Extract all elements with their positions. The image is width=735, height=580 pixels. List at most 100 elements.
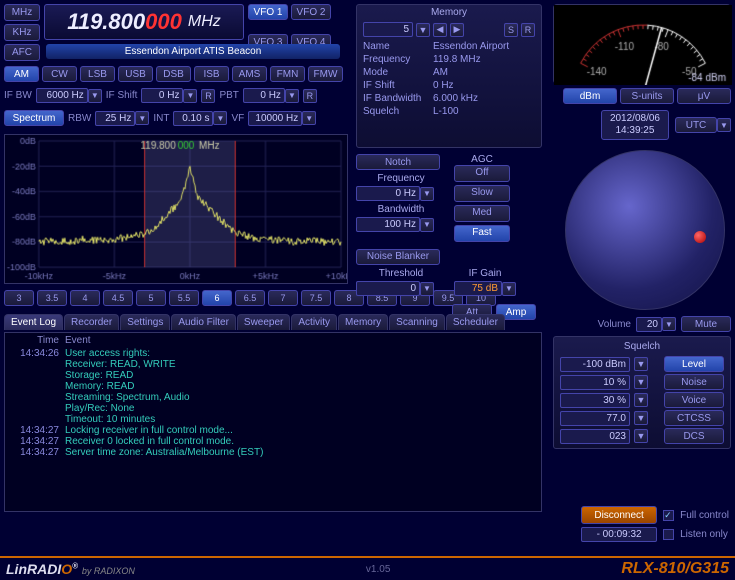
dropdown-icon[interactable]: ▼ <box>420 282 434 296</box>
dropdown-icon[interactable]: ▼ <box>634 411 648 425</box>
vfo2-button[interactable]: VFO 2 <box>291 4 331 20</box>
tz-field[interactable]: UTC <box>675 117 717 133</box>
full-control-checkbox[interactable] <box>663 510 674 521</box>
memory-index[interactable]: 5 <box>363 22 413 37</box>
dropdown-icon[interactable]: ▼ <box>302 111 316 125</box>
agc-med-button[interactable]: Med <box>454 205 510 222</box>
mute-button[interactable]: Mute <box>681 316 731 332</box>
listen-only-checkbox[interactable] <box>663 529 674 540</box>
squelch-dcs-button[interactable]: DCS <box>664 428 724 444</box>
memory-next-button[interactable]: ▶ <box>450 23 464 37</box>
vf-field[interactable]: 10000 Hz <box>248 111 302 126</box>
span-7-button[interactable]: 7 <box>268 290 298 306</box>
spectrum-chart[interactable] <box>4 134 348 284</box>
tab-sweeper[interactable]: Sweeper <box>237 314 290 330</box>
tab-audio-filter[interactable]: Audio Filter <box>171 314 236 330</box>
notch-freq-field[interactable]: 0 Hz <box>356 186 420 201</box>
memory-store-button[interactable]: S <box>504 23 518 37</box>
squelch-voice-button[interactable]: Voice <box>664 392 724 408</box>
vfo1-button[interactable]: VFO 1 <box>248 4 288 20</box>
mode-lsb-button[interactable]: LSB <box>80 66 115 82</box>
tab-scheduler[interactable]: Scheduler <box>446 314 505 330</box>
mode-usb-button[interactable]: USB <box>118 66 153 82</box>
unit-khz-button[interactable]: KHz <box>4 24 40 41</box>
unit-mhz-button[interactable]: MHz <box>4 4 40 21</box>
span-6.5-button[interactable]: 6.5 <box>235 290 265 306</box>
span-4.5-button[interactable]: 4.5 <box>103 290 133 306</box>
dropdown-icon[interactable]: ▼ <box>634 429 648 443</box>
freq-main: 119.800 <box>67 9 145 34</box>
int-field[interactable]: 0.10 s <box>173 111 213 126</box>
dropdown-icon[interactable]: ▼ <box>420 218 434 232</box>
noise-blanker-button[interactable]: Noise Blanker <box>356 249 440 265</box>
agc-fast-button[interactable]: Fast <box>454 225 510 242</box>
tab-settings[interactable]: Settings <box>120 314 170 330</box>
mode-fmn-button[interactable]: FMN <box>270 66 305 82</box>
span-7.5-button[interactable]: 7.5 <box>301 290 331 306</box>
tuning-dial[interactable] <box>565 150 725 310</box>
squelch-ctcss-button[interactable]: CTCSS <box>664 410 724 426</box>
spectrum-button[interactable]: Spectrum <box>4 110 64 126</box>
version-text: v1.05 <box>366 564 390 575</box>
ifbw-field[interactable]: 6000 Hz <box>36 88 88 103</box>
mode-dsb-button[interactable]: DSB <box>156 66 191 82</box>
notch-bw-field[interactable]: 100 Hz <box>356 217 420 232</box>
dropdown-icon[interactable]: ▼ <box>634 393 648 407</box>
dropdown-icon[interactable]: ▼ <box>634 357 648 371</box>
meter-dbm-button[interactable]: dBm <box>563 88 617 104</box>
meter-μv-button[interactable]: μV <box>677 88 731 104</box>
tab-memory[interactable]: Memory <box>338 314 388 330</box>
ifshift-reset-button[interactable]: R <box>201 89 215 103</box>
span-3.5-button[interactable]: 3.5 <box>37 290 67 306</box>
dropdown-icon[interactable]: ▼ <box>285 89 299 103</box>
mode-am-button[interactable]: AM <box>4 66 39 82</box>
dropdown-icon[interactable]: ▼ <box>502 282 516 296</box>
dropdown-icon[interactable]: ▼ <box>135 111 149 125</box>
dropdown-icon[interactable]: ▼ <box>634 375 648 389</box>
frequency-display[interactable]: 119.800000 MHz <box>44 4 244 40</box>
span-5.5-button[interactable]: 5.5 <box>169 290 199 306</box>
dropdown-icon[interactable]: ▼ <box>717 118 731 132</box>
dropdown-icon[interactable]: ▼ <box>183 89 197 103</box>
ifshift-field[interactable]: 0 Hz <box>141 88 183 103</box>
span-5-button[interactable]: 5 <box>136 290 166 306</box>
meter-s-units-button[interactable]: S-units <box>620 88 674 104</box>
dropdown-icon[interactable]: ▼ <box>662 317 676 331</box>
pbt-field[interactable]: 0 Hz <box>243 88 285 103</box>
tab-recorder[interactable]: Recorder <box>64 314 119 330</box>
afc-button[interactable]: AFC <box>4 44 40 61</box>
mode-cw-button[interactable]: CW <box>42 66 77 82</box>
dropdown-icon[interactable]: ▼ <box>213 111 227 125</box>
tab-scanning[interactable]: Scanning <box>389 314 445 330</box>
volume-field[interactable]: 20 <box>636 317 662 332</box>
agc-slow-button[interactable]: Slow <box>454 185 510 202</box>
dropdown-icon[interactable]: ▼ <box>420 187 434 201</box>
mode-ams-button[interactable]: AMS <box>232 66 267 82</box>
squelch-noise-button[interactable]: Noise <box>664 374 724 390</box>
nb-thresh-field[interactable]: 0 <box>356 281 420 296</box>
mode-isb-button[interactable]: ISB <box>194 66 229 82</box>
ifgain-field[interactable]: 75 dB <box>454 281 502 296</box>
memory-title: Memory <box>357 5 541 20</box>
squelch-level-button[interactable]: Level <box>664 356 724 372</box>
mode-row: AMCWLSBUSBDSBISBAMSFMNFMW <box>4 66 343 82</box>
span-3-button[interactable]: 3 <box>4 290 34 306</box>
tab-event-log[interactable]: Event Log <box>4 314 63 330</box>
agc-off-button[interactable]: Off <box>454 165 510 182</box>
span-4-button[interactable]: 4 <box>70 290 100 306</box>
event-log[interactable]: TimeEvent 14:34:26User access rights:Rec… <box>4 332 542 512</box>
rbw-field[interactable]: 25 Hz <box>95 111 135 126</box>
span-6-button[interactable]: 6 <box>202 290 232 306</box>
memory-prev-button[interactable]: ◀ <box>433 23 447 37</box>
pbt-reset-button[interactable]: R <box>303 89 317 103</box>
mode-fmw-button[interactable]: FMW <box>308 66 343 82</box>
footer: LinRADIO® by RADIXON v1.05 RLX-810/G315 <box>0 556 735 580</box>
dropdown-icon[interactable]: ▼ <box>88 89 102 103</box>
notch-button[interactable]: Notch <box>356 154 440 170</box>
tab-activity[interactable]: Activity <box>291 314 337 330</box>
dropdown-icon[interactable]: ▼ <box>416 23 430 37</box>
memory-recall-button[interactable]: R <box>521 23 535 37</box>
description-bar[interactable]: Essendon Airport ATIS Beacon <box>46 44 340 59</box>
disconnect-button[interactable]: Disconnect <box>581 506 657 524</box>
ifgain-label: IF Gain <box>454 268 516 279</box>
